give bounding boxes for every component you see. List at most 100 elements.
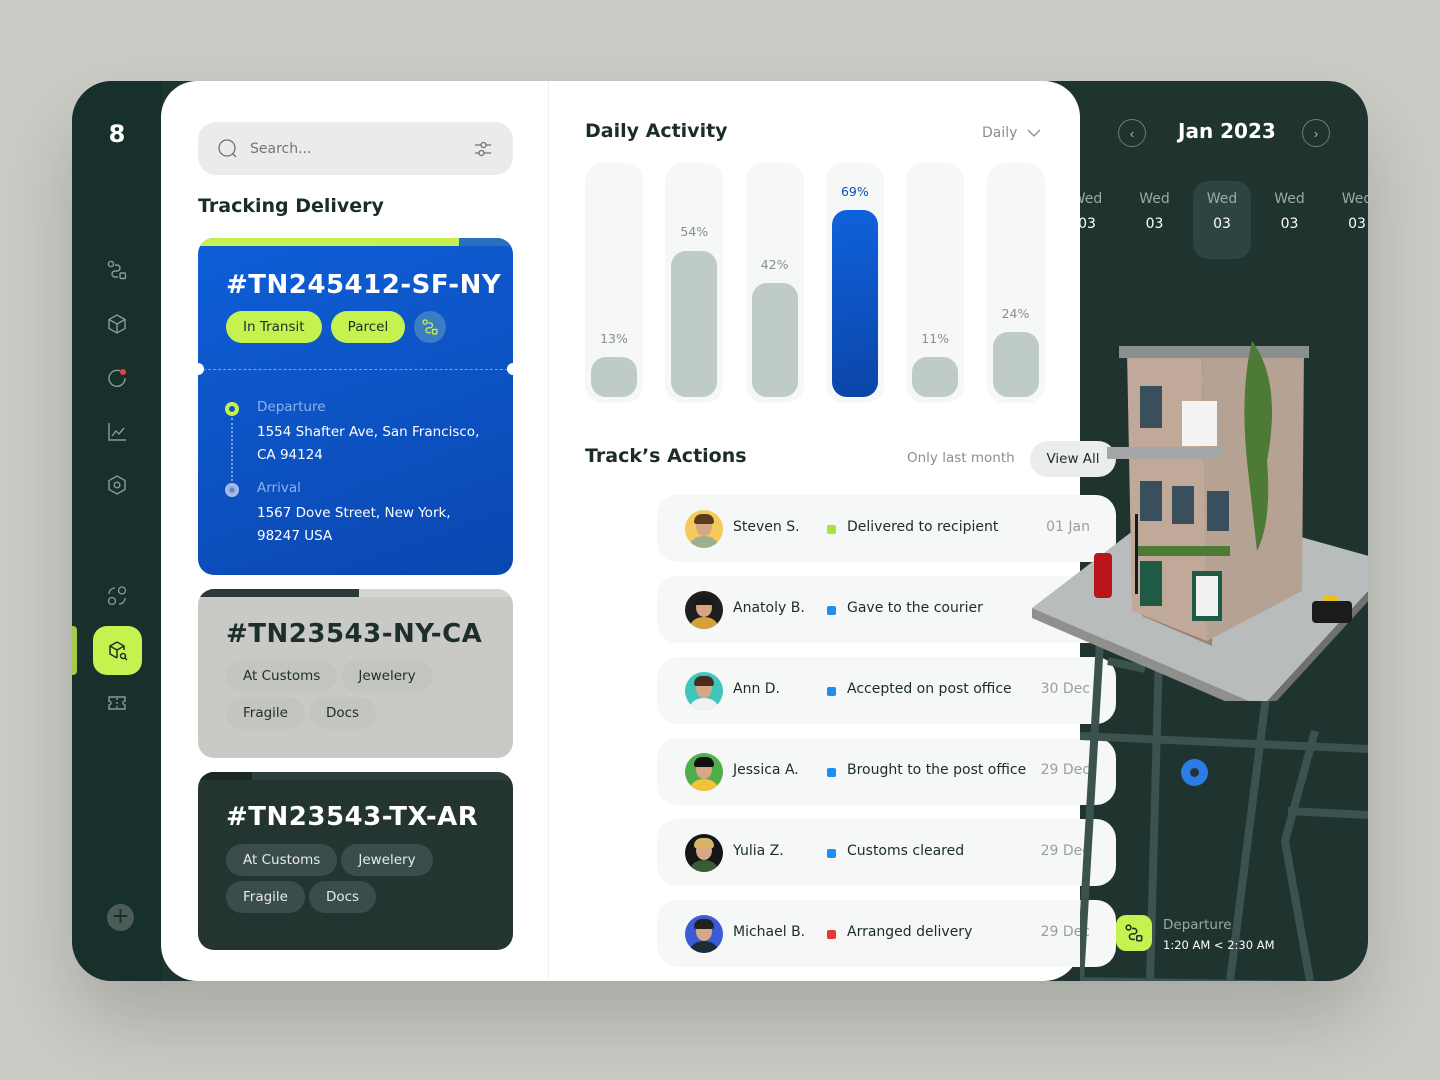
status-dot	[827, 606, 836, 615]
bar	[831, 209, 878, 397]
action-status: Arranged delivery	[847, 924, 973, 940]
bar-track[interactable]: 11%	[906, 163, 965, 403]
arrival-address-line2: 98247 USA	[257, 528, 333, 544]
bar-track[interactable]: 13%	[585, 163, 643, 403]
action-row[interactable]: Yulia Z. Customs cleared 29 Dec	[657, 819, 1116, 886]
action-user: Jessica A.	[733, 762, 799, 778]
departure-route-icon	[1116, 915, 1152, 951]
notch	[198, 363, 204, 375]
day-name: Wed	[1206, 191, 1238, 207]
avatar-body	[690, 536, 718, 548]
column-divider	[548, 81, 549, 981]
avatar-body	[690, 779, 718, 791]
arrival-dot	[225, 483, 239, 497]
arrival-address-line1: 1567 Dove Street, New York,	[257, 505, 451, 521]
chart-icon[interactable]	[106, 421, 128, 443]
day-strip: Wed 03 Wed 03 Wed 03 Wed 03 Wed 03	[1080, 181, 1368, 261]
main-panel: Tracking Delivery #TN245412-SF-NY In Tra…	[161, 81, 1116, 981]
bar	[751, 283, 798, 397]
day-number: 03	[1145, 216, 1164, 232]
avatar-hair	[694, 676, 714, 686]
day-number: 03	[1280, 216, 1299, 232]
departure-time: 1:20 AM < 2:30 AM	[1163, 938, 1275, 952]
status-dot	[827, 687, 836, 696]
bar	[591, 357, 637, 397]
ticket-perforation	[198, 369, 513, 370]
status-dot	[827, 849, 836, 858]
tracking-card-active[interactable]: #TN245412-SF-NY In Transit Parcel Depart…	[198, 238, 513, 575]
tracking-id: #TN245412-SF-NY	[226, 270, 502, 300]
filter-icon[interactable]	[473, 139, 493, 159]
day-item[interactable]: Wed 03	[1328, 181, 1368, 259]
refresh-icon[interactable]	[106, 367, 128, 389]
card-progress	[198, 589, 513, 597]
route-icon[interactable]	[414, 311, 447, 343]
action-row[interactable]: Michael B. Arranged delivery 29 Dec	[657, 900, 1116, 967]
cube-search-icon[interactable]	[93, 626, 142, 675]
location-pin[interactable]	[1181, 759, 1208, 786]
departure-dot	[225, 402, 239, 416]
activity-chart: 13% 54% 42% 69% 11% 24%	[585, 163, 1045, 403]
day-item[interactable]: Wed 03	[1080, 181, 1116, 259]
building-illustration	[1032, 341, 1368, 701]
chevron-down-icon	[1027, 129, 1041, 137]
cube-icon[interactable]	[106, 313, 128, 335]
action-user: Steven S.	[733, 519, 800, 535]
app-frame: 8 + Search... Tracking Delivery #TN24541…	[72, 81, 1368, 981]
avatar-body	[690, 941, 718, 953]
action-row[interactable]: Jessica A. Brought to the post office 29 D…	[657, 738, 1116, 805]
avatar-hair	[694, 919, 714, 929]
add-button[interactable]: +	[107, 904, 134, 931]
departure-address-line2: CA 94124	[257, 447, 323, 463]
avatar	[685, 834, 723, 872]
bar-label: 54%	[680, 224, 709, 240]
day-number: 03	[1348, 216, 1366, 232]
tag-list: In Transit Parcel	[226, 311, 496, 348]
status-tag: In Transit	[226, 311, 322, 343]
tag: Docs	[308, 881, 377, 913]
tracking-card[interactable]: #TN23543-TX-AR At Customs Jewelery Fragil…	[198, 772, 513, 950]
avatar-hair	[694, 514, 714, 524]
cube-exchange-icon[interactable]	[106, 585, 128, 607]
tracking-card[interactable]: #TN23543-NY-CA At Customs Jewelery Fragil…	[198, 589, 513, 758]
avatar-hair	[694, 757, 714, 767]
tag: Docs	[308, 697, 377, 729]
tag: At Customs	[226, 660, 338, 692]
action-user: Michael B.	[733, 924, 806, 940]
hexagon-settings-icon[interactable]	[106, 474, 128, 496]
day-item[interactable]: Wed 03	[1261, 181, 1319, 259]
action-user: Yulia Z.	[733, 843, 784, 859]
route-icon[interactable]	[106, 259, 128, 281]
bar	[671, 250, 718, 397]
progress-fill	[198, 589, 359, 597]
bar-track[interactable]: 69%	[825, 163, 884, 403]
next-month-button[interactable]: ›	[1302, 119, 1330, 147]
logo: 8	[103, 119, 129, 149]
action-status: Delivered to recipient	[847, 519, 999, 535]
avatar-body	[690, 698, 718, 710]
day-number: 03	[1080, 216, 1096, 232]
actions-filter[interactable]: Only last month	[907, 450, 1015, 466]
bar-label: 42%	[760, 257, 789, 273]
action-status: Accepted on post office	[847, 681, 1012, 697]
tracking-id: #TN23543-TX-AR	[226, 802, 479, 832]
search-input[interactable]	[250, 140, 473, 157]
status-dot	[827, 930, 836, 939]
prev-month-button[interactable]: ‹	[1118, 119, 1146, 147]
departure-label: Departure	[257, 399, 326, 415]
action-user: Ann D.	[733, 681, 781, 697]
bar-track[interactable]: 54%	[665, 163, 724, 403]
day-name: Wed	[1080, 191, 1103, 207]
search-icon	[218, 138, 237, 157]
tag: At Customs	[226, 844, 338, 876]
card-progress	[198, 772, 513, 780]
bar-track[interactable]: 42%	[745, 163, 804, 403]
bar-label: 13%	[600, 331, 628, 346]
period-dropdown[interactable]: Daily	[982, 125, 1041, 141]
day-item[interactable]: Wed 03	[1126, 181, 1184, 259]
ticket-icon[interactable]	[106, 692, 128, 714]
day-name: Wed	[1274, 191, 1305, 207]
search-bar	[198, 122, 513, 175]
day-item[interactable]: Wed 03	[1193, 181, 1251, 259]
active-indicator	[72, 626, 77, 675]
